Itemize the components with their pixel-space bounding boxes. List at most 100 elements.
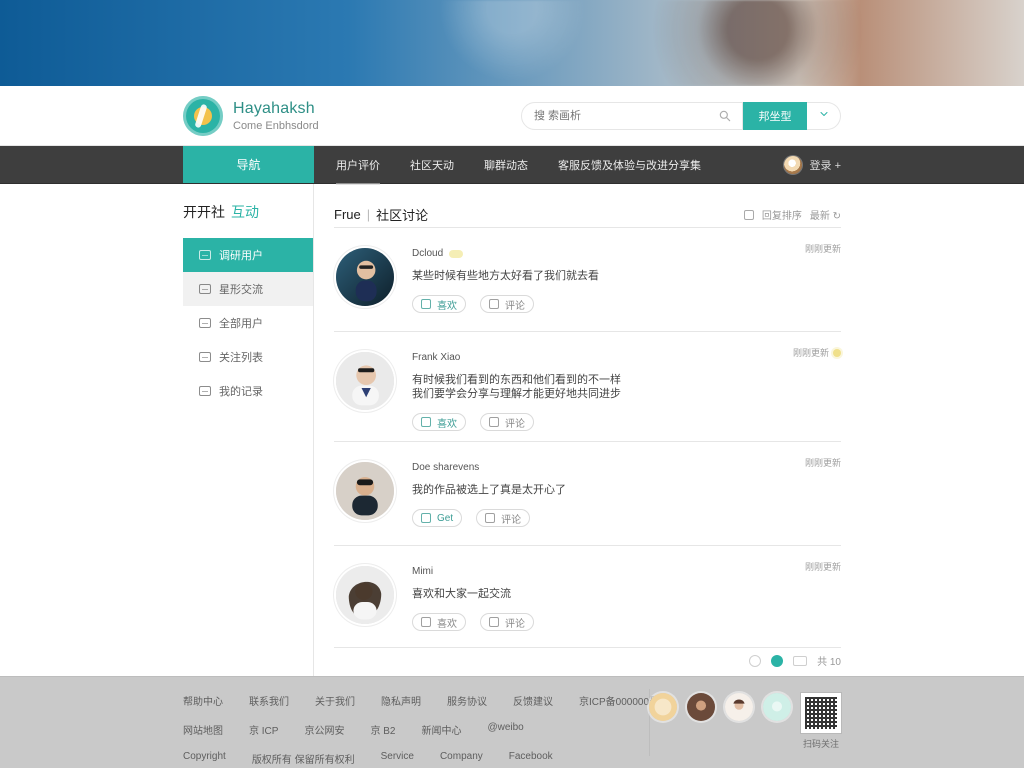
avatar	[336, 248, 394, 306]
post-body: Doe sharevens 我的作品被选上了真是太开心了 Get 评论	[412, 460, 792, 527]
footer-link[interactable]: 帮助中心	[183, 693, 223, 708]
page-next[interactable]	[793, 655, 808, 666]
footer-link[interactable]: 隐私声明	[381, 693, 421, 708]
comment-icon	[489, 617, 499, 627]
like-button[interactable]: Get	[412, 509, 463, 527]
content: Frue | 社区讨论 回复排序 最新 ↻ Dcloud 某些时候有些地方太好看…	[314, 184, 841, 676]
sidebar-item-3[interactable]: 全部用户	[183, 306, 313, 340]
footer-link[interactable]: 反馈建议	[513, 693, 553, 708]
nav-items: 用户评价 社区天动 聊群动态 客服反馈及体验与改进分享集	[314, 146, 759, 185]
reply-label: 评论	[505, 618, 525, 630]
nav-item-3[interactable]: 聊群动态	[484, 157, 528, 173]
like-label: 喜欢	[437, 418, 457, 430]
main-container: 开开社 互动 调研用户 星形交流 全部用户 关注列表 我的记录 Frue | 社…	[183, 184, 841, 676]
time-text: 刚刚更新	[804, 244, 841, 254]
reply-label: 评论	[505, 418, 525, 430]
like-button[interactable]: 喜欢	[412, 413, 466, 431]
footer-row-3: Copyright 版权所有 保留所有权利 Service Company Fa…	[183, 751, 641, 766]
social-avatar-1[interactable]	[649, 693, 677, 721]
post-body: Mimi 喜欢和大家一起交流 喜欢 评论	[412, 564, 792, 631]
qr-code-icon[interactable]	[801, 693, 841, 733]
main-inner: 开开社 互动 调研用户 星形交流 全部用户 关注列表 我的记录 Frue | 社…	[183, 184, 841, 676]
brand-title: Hayahaksh	[233, 100, 315, 117]
footer-link[interactable]: 关于我们	[315, 693, 355, 708]
footer-social: 扫码关注	[649, 693, 841, 750]
comment-icon	[489, 299, 499, 309]
nav-primary[interactable]: 导航	[183, 146, 314, 183]
sidebar-title-plain: 开开社	[183, 204, 225, 220]
main-nav: 导航 用户评价 社区天动 聊群动态 客服反馈及体验与改进分享集 登录 +	[0, 146, 1024, 185]
post-actions: Get 评论	[412, 509, 792, 527]
nav-item-4[interactable]: 客服反馈及体验与改进分享集	[558, 157, 701, 173]
sidebar-item-label: 我的记录	[219, 386, 263, 398]
main: 开开社 互动 调研用户 星形交流 全部用户 关注列表 我的记录 Frue | 社…	[0, 184, 1024, 676]
footer-link[interactable]: @weibo	[487, 722, 523, 737]
footer-link[interactable]: Company	[440, 751, 483, 766]
sidebar: 开开社 互动 调研用户 星形交流 全部用户 关注列表 我的记录	[183, 184, 314, 676]
footer-container: 帮助中心 联系我们 关于我们 隐私声明 服务协议 反馈建议 京ICP备00000…	[183, 677, 841, 768]
post-actions: 喜欢 评论	[412, 413, 792, 431]
site-header: Hayahaksh Come Enbhsdord 邦坐型	[0, 86, 1024, 146]
content-header: Frue | 社区讨论 回复排序 最新 ↻	[334, 202, 841, 228]
footer-link[interactable]: 服务协议	[447, 693, 487, 708]
login-link[interactable]: 登录 +	[810, 157, 841, 173]
reply-button[interactable]: 评论	[480, 413, 534, 431]
time-text: 刚刚更新	[804, 458, 841, 468]
like-button[interactable]: 喜欢	[412, 613, 466, 631]
breadcrumb-left[interactable]: Frue	[334, 207, 361, 222]
post-actions: 喜欢 评论	[412, 613, 792, 631]
sidebar-title-accent: 互动	[231, 204, 259, 220]
sidebar-item-5[interactable]: 我的记录	[183, 374, 313, 408]
footer-link[interactable]: Facebook	[509, 751, 553, 766]
nav-user[interactable]: 登录 +	[759, 146, 841, 183]
footer-row-2: 网站地图 京 ICP 京公网安 京 B2 新闻中心 @weibo	[183, 722, 641, 737]
footer-text: 京公网安	[304, 726, 345, 737]
post-text: 有时候我们看到的东西和他们看到的不一样 我们要学会分享与理解才能更好地共同进步	[412, 374, 621, 400]
post-author: Mimi	[412, 566, 792, 577]
brand-text: Hayahaksh Come Enbhsdord	[233, 100, 319, 132]
search-button[interactable]: 邦坐型	[743, 102, 807, 130]
search-field[interactable]	[521, 102, 743, 130]
sidebar-item-2[interactable]: 星形交流	[183, 272, 313, 306]
nav-item-2[interactable]: 社区天动	[410, 157, 454, 173]
post-time: 刚刚更新	[793, 346, 841, 359]
sidebar-item-icon	[199, 284, 211, 294]
footer-link[interactable]: 网站地图	[183, 722, 223, 737]
chevron-down-icon	[818, 107, 830, 125]
post-time: 刚刚更新	[805, 242, 841, 255]
search-input[interactable]	[532, 109, 718, 123]
search-dropdown-button[interactable]	[807, 102, 841, 130]
page-current[interactable]	[771, 654, 784, 667]
sidebar-item-1[interactable]: 调研用户	[183, 238, 313, 272]
thumbs-up-icon	[421, 299, 431, 309]
social-avatar-4[interactable]	[763, 693, 791, 721]
nav-container: 导航 用户评价 社区天动 聊群动态 客服反馈及体验与改进分享集 登录 +	[183, 146, 841, 185]
post-text: 喜欢和大家一起交流	[412, 588, 511, 600]
content-tools: 回复排序 最新 ↻	[743, 207, 841, 222]
qr-label: 扫码关注	[802, 739, 839, 749]
sort-toggle[interactable]: 回复排序	[762, 207, 802, 222]
footer-link[interactable]: 联系我们	[249, 693, 289, 708]
like-label: 喜欢	[437, 618, 457, 630]
reply-label: 评论	[505, 300, 525, 312]
post-time: 刚刚更新	[805, 560, 841, 573]
refresh-toggle[interactable]: 最新 ↻	[810, 207, 841, 222]
footer: 帮助中心 联系我们 关于我们 隐私声明 服务协议 反馈建议 京ICP备00000…	[0, 676, 1024, 768]
reply-button[interactable]: 评论	[480, 295, 534, 313]
like-button[interactable]: 喜欢	[412, 295, 466, 313]
footer-link[interactable]: Service	[381, 751, 414, 766]
sidebar-item-label: 星形交流	[219, 284, 263, 296]
footer-text: Copyright	[183, 751, 226, 762]
footer-links: 帮助中心 联系我们 关于我们 隐私声明 服务协议 反馈建议 京ICP备00000…	[183, 693, 701, 766]
reply-button[interactable]: 评论	[480, 613, 534, 631]
sidebar-item-4[interactable]: 关注列表	[183, 340, 313, 374]
footer-row-1: 帮助中心 联系我们 关于我们 隐私声明 服务协议 反馈建议 京ICP备00000…	[183, 693, 701, 708]
nav-item-1[interactable]: 用户评价	[336, 157, 380, 185]
social-avatar-2[interactable]	[687, 693, 715, 721]
page-prev[interactable]	[749, 654, 762, 667]
brand[interactable]: Hayahaksh Come Enbhsdord	[183, 96, 319, 136]
header-container: Hayahaksh Come Enbhsdord 邦坐型	[183, 86, 841, 145]
reply-button[interactable]: 评论	[476, 509, 531, 527]
social-avatar-3[interactable]	[725, 693, 753, 721]
footer-link[interactable]: 新闻中心	[421, 722, 461, 737]
